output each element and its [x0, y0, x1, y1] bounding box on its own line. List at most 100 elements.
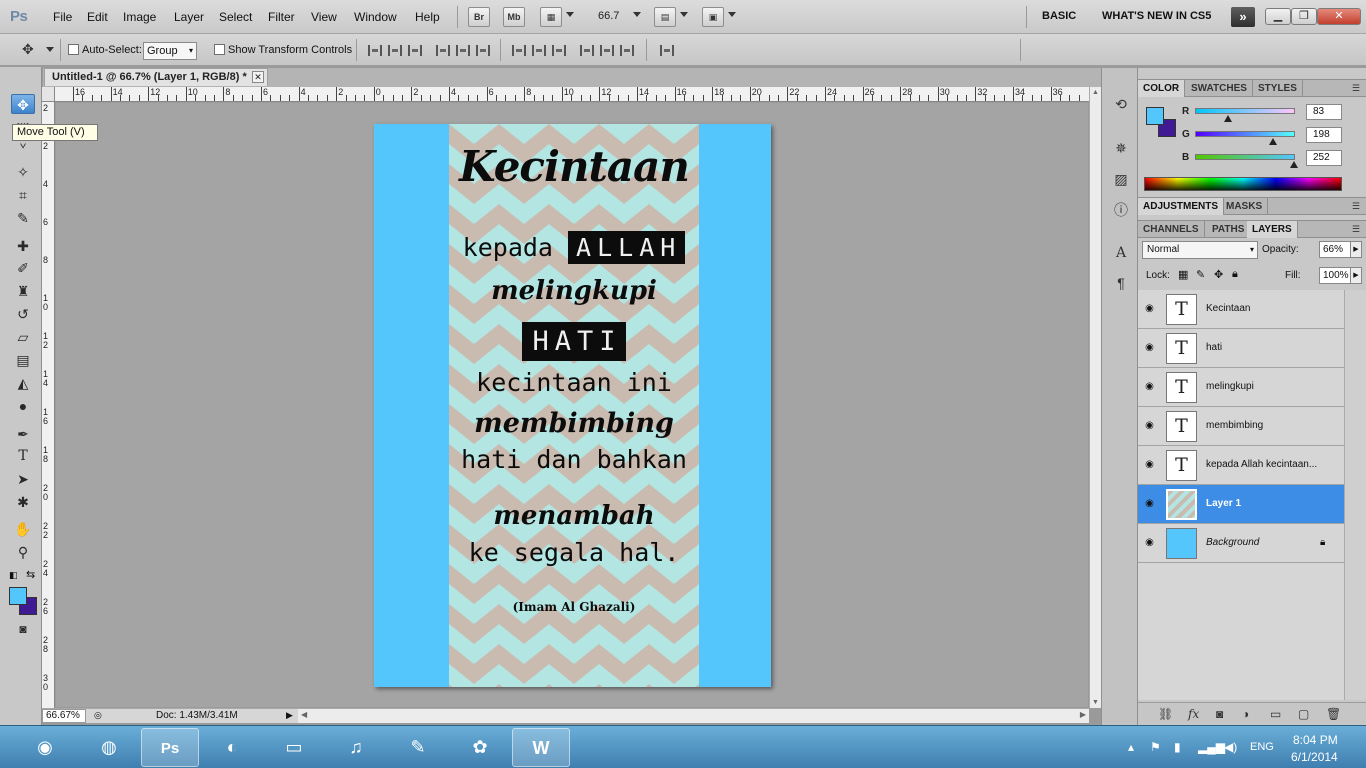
show-transform-checkbox[interactable]	[214, 44, 225, 55]
ruler-horizontal[interactable]: 16 14 12 10 8 6 4 2 0 2 4 6 8 10 12 14 16 18 20 22 24 26 28 30 3…	[55, 87, 1089, 102]
horizontal-scrollbar[interactable]: ◀ ▶	[298, 708, 1089, 723]
taskbar-explorer[interactable]: ▭	[265, 728, 323, 767]
crop-tool[interactable]: ⌗	[11, 185, 35, 205]
fill-slider-button[interactable]: ▶	[1350, 267, 1362, 284]
ruler-vertical[interactable]: 2 2 4 6 8 10 12 14 16 18 20 22 24 26 28 30	[42, 102, 55, 708]
dodge-tool[interactable]: ●	[11, 396, 35, 416]
auto-select-dropdown[interactable]: Group ▾	[143, 42, 197, 60]
screen-mode-button[interactable]: ▣	[702, 7, 724, 27]
layer-name[interactable]: Kecintaan	[1206, 303, 1250, 314]
visibility-eye-icon[interactable]: ◉	[1143, 381, 1156, 392]
path-select-tool[interactable]: ➤	[11, 469, 35, 489]
visibility-eye-icon[interactable]: ◉	[1143, 420, 1156, 431]
quick-select-tool[interactable]: ✧	[11, 162, 35, 182]
document-canvas[interactable]: Kecintaan kepada ALLAH melingkupi HATI k…	[374, 124, 771, 687]
tab-swatches[interactable]: SWATCHES	[1186, 80, 1253, 97]
auto-align-icon[interactable]	[660, 45, 674, 56]
taskbar-photoshop[interactable]: Ps	[141, 728, 199, 767]
visibility-eye-icon[interactable]: ◉	[1143, 342, 1156, 353]
slider-b-track[interactable]	[1195, 154, 1295, 160]
chevron-down-icon[interactable]	[566, 12, 574, 17]
start-button[interactable]: ◉	[17, 728, 73, 767]
menu-help[interactable]: Help	[415, 10, 440, 24]
layers-scrollbar[interactable]	[1344, 290, 1366, 700]
taskbar-music[interactable]: ♫	[327, 728, 385, 767]
visibility-eye-icon[interactable]: ◉	[1143, 459, 1156, 470]
brush-tool[interactable]: ✐	[11, 258, 35, 278]
tray-expand-icon[interactable]: ▴	[1128, 740, 1134, 754]
distribute-left-icon[interactable]	[580, 45, 594, 56]
layer-style-icon[interactable]: fx	[1188, 707, 1199, 721]
histogram-panel-icon[interactable]: ▨	[1111, 169, 1131, 189]
default-colors-icon[interactable]: ◧	[9, 570, 18, 581]
layer-row[interactable]: ◉ T Kecintaan	[1138, 290, 1344, 329]
tray-language[interactable]: ENG	[1250, 741, 1274, 753]
taskbar-firefox[interactable]: ◐	[203, 728, 261, 767]
workspace-basic[interactable]: BASIC	[1042, 10, 1076, 22]
character-panel-icon[interactable]: A	[1111, 243, 1131, 263]
eyedropper-tool[interactable]: ✎	[11, 208, 35, 228]
panel-menu-icon[interactable]: ☰	[1352, 201, 1360, 212]
chevron-down-icon[interactable]	[46, 47, 54, 52]
restore-button[interactable]: ❐	[1291, 8, 1317, 25]
slider-g-track[interactable]	[1195, 131, 1295, 137]
minimize-button[interactable]: ▁	[1265, 8, 1291, 25]
chevron-down-icon[interactable]	[633, 12, 641, 17]
lock-transparent-icon[interactable]: ▦	[1178, 268, 1188, 281]
gradient-tool[interactable]: ▤	[11, 350, 35, 370]
clock-time[interactable]: 8:04 PM	[1293, 733, 1338, 747]
slider-r-track[interactable]	[1195, 108, 1295, 114]
vertical-scrollbar[interactable]: ▲ ▼	[1089, 87, 1101, 708]
layer-row[interactable]: ◉ T kepada Allah kecintaan...	[1138, 446, 1344, 485]
swap-colors-icon[interactable]: ⇆	[26, 568, 35, 581]
taskbar-paint[interactable]: ✿	[451, 728, 509, 767]
layer-row[interactable]: ◉ T membimbing	[1138, 407, 1344, 446]
slider-b-value[interactable]: 252	[1306, 150, 1342, 166]
tab-styles[interactable]: STYLES	[1253, 80, 1303, 97]
new-group-icon[interactable]: ▭	[1270, 707, 1281, 721]
tray-security-icon[interactable]: ⚑	[1150, 740, 1161, 754]
slider-b-thumb[interactable]	[1289, 161, 1298, 168]
layer-name[interactable]: Background	[1206, 537, 1259, 548]
opacity-field[interactable]: 66%	[1319, 241, 1351, 258]
align-top-icon[interactable]	[368, 45, 382, 56]
paragraph-panel-icon[interactable]: ¶	[1111, 273, 1131, 293]
align-right-icon[interactable]	[476, 45, 490, 56]
close-button[interactable]: ✕	[1317, 8, 1361, 25]
scroll-down-icon[interactable]: ▼	[1092, 699, 1099, 706]
menu-file[interactable]: File	[53, 10, 72, 24]
layer-row[interactable]: ◉ T melingkupi	[1138, 368, 1344, 407]
tab-masks[interactable]: MASKS	[1221, 198, 1269, 215]
distribute-top-icon[interactable]	[512, 45, 526, 56]
tab-color[interactable]: COLOR	[1138, 80, 1186, 97]
distribute-right-icon[interactable]	[620, 45, 634, 56]
taskbar-word[interactable]: W	[512, 728, 570, 767]
layer-name[interactable]: kepada Allah kecintaan...	[1206, 459, 1317, 470]
layer-name[interactable]: hati	[1206, 342, 1222, 353]
layer-name[interactable]: membimbing	[1206, 420, 1263, 431]
ruler-origin[interactable]	[42, 87, 55, 102]
zoom-tool[interactable]: ⚲	[11, 542, 35, 562]
distribute-hcenter-icon[interactable]	[600, 45, 614, 56]
align-bottom-icon[interactable]	[408, 45, 422, 56]
actions-panel-icon[interactable]: ✵	[1111, 138, 1131, 158]
arrange-documents-button[interactable]: ▤	[654, 7, 676, 27]
panel-menu-icon[interactable]: ☰	[1352, 83, 1360, 94]
visibility-eye-icon[interactable]: ◉	[1143, 498, 1156, 509]
distribute-vcenter-icon[interactable]	[532, 45, 546, 56]
menu-view[interactable]: View	[311, 10, 337, 24]
layer-name[interactable]: melingkupi	[1206, 381, 1254, 392]
menu-edit[interactable]: Edit	[87, 10, 108, 24]
slider-g-thumb[interactable]	[1268, 138, 1277, 145]
opacity-slider-button[interactable]: ▶	[1350, 241, 1362, 258]
distribute-bottom-icon[interactable]	[552, 45, 566, 56]
shape-tool[interactable]: ✱	[11, 492, 35, 512]
menu-window[interactable]: Window	[354, 10, 397, 24]
menu-select[interactable]: Select	[219, 10, 252, 24]
quick-mask-button[interactable]: ◙	[11, 619, 35, 639]
bridge-button[interactable]: Br	[468, 7, 490, 27]
tab-adjustments[interactable]: ADJUSTMENTS	[1138, 198, 1225, 215]
tray-battery-icon[interactable]: ▮	[1174, 740, 1181, 754]
history-panel-icon[interactable]: ⟲	[1111, 94, 1131, 114]
clock-date[interactable]: 6/1/2014	[1291, 750, 1338, 764]
